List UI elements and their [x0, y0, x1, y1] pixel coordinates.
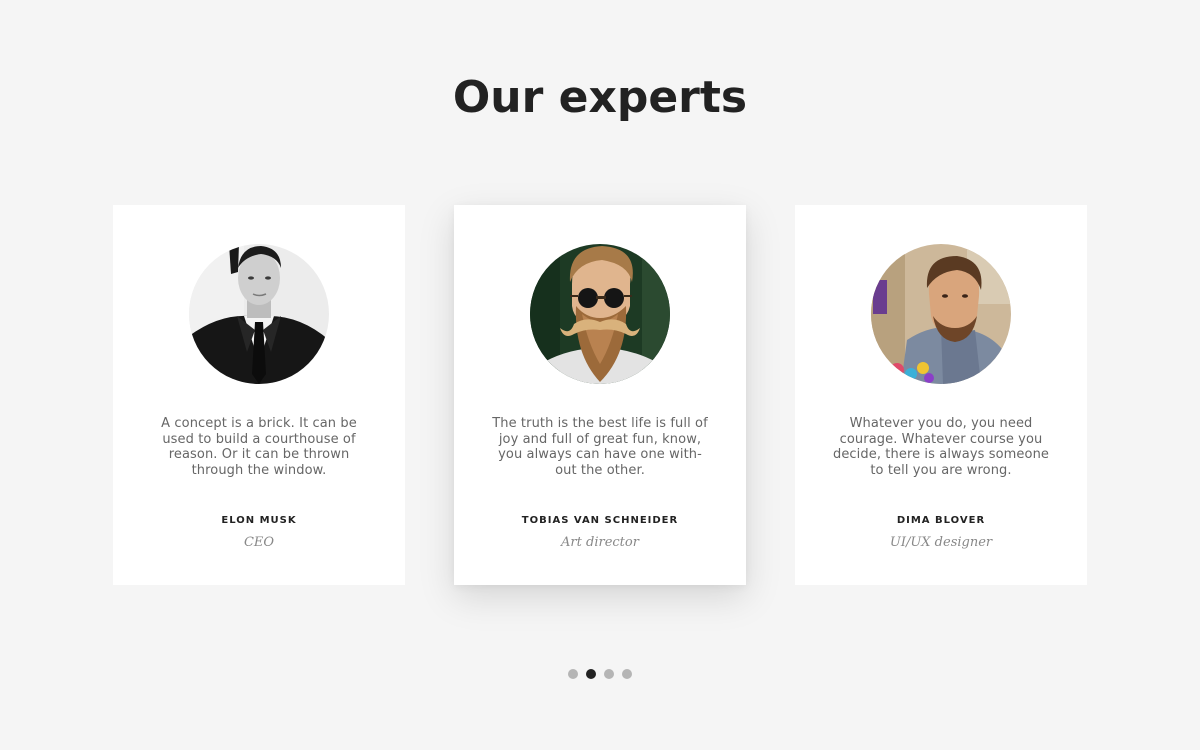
expert-avatar [530, 244, 670, 384]
expert-avatar [189, 244, 329, 384]
avatar-photo-man-at-desk [871, 244, 1011, 384]
section-title: Our experts [452, 72, 748, 123]
expert-quote: Whatever you do, you need courage. Whate… [832, 416, 1050, 478]
expert-name: DIMA BLOVER [896, 515, 986, 526]
pagination-dot-4[interactable] [622, 669, 632, 679]
expert-card[interactable]: Whatever you do, you need courage. Whate… [795, 205, 1087, 585]
expert-role: UI/UX designer [889, 535, 993, 550]
pagination-dot-1[interactable] [568, 669, 578, 679]
expert-name: ELON MUSK [221, 515, 297, 526]
expert-role: Art director [561, 535, 639, 550]
carousel-pagination [568, 669, 632, 679]
expert-avatar [871, 244, 1011, 384]
expert-card[interactable]: A concept is a brick. It can be used to … [113, 205, 405, 585]
avatar-photo-bearded-man [530, 244, 670, 384]
expert-name: TOBIAS VAN SCHNEIDER [521, 515, 679, 526]
expert-quote: A concept is a brick. It can be used to … [161, 416, 357, 478]
pagination-dot-3[interactable] [604, 669, 614, 679]
pagination-dot-2-active[interactable] [586, 669, 596, 679]
expert-card-active[interactable]: The truth is the best life is full of jo… [454, 205, 746, 585]
expert-quote: The truth is the best life is full of jo… [492, 416, 708, 478]
avatar-photo-bw-suit [189, 244, 329, 384]
expert-role: CEO [243, 535, 275, 550]
